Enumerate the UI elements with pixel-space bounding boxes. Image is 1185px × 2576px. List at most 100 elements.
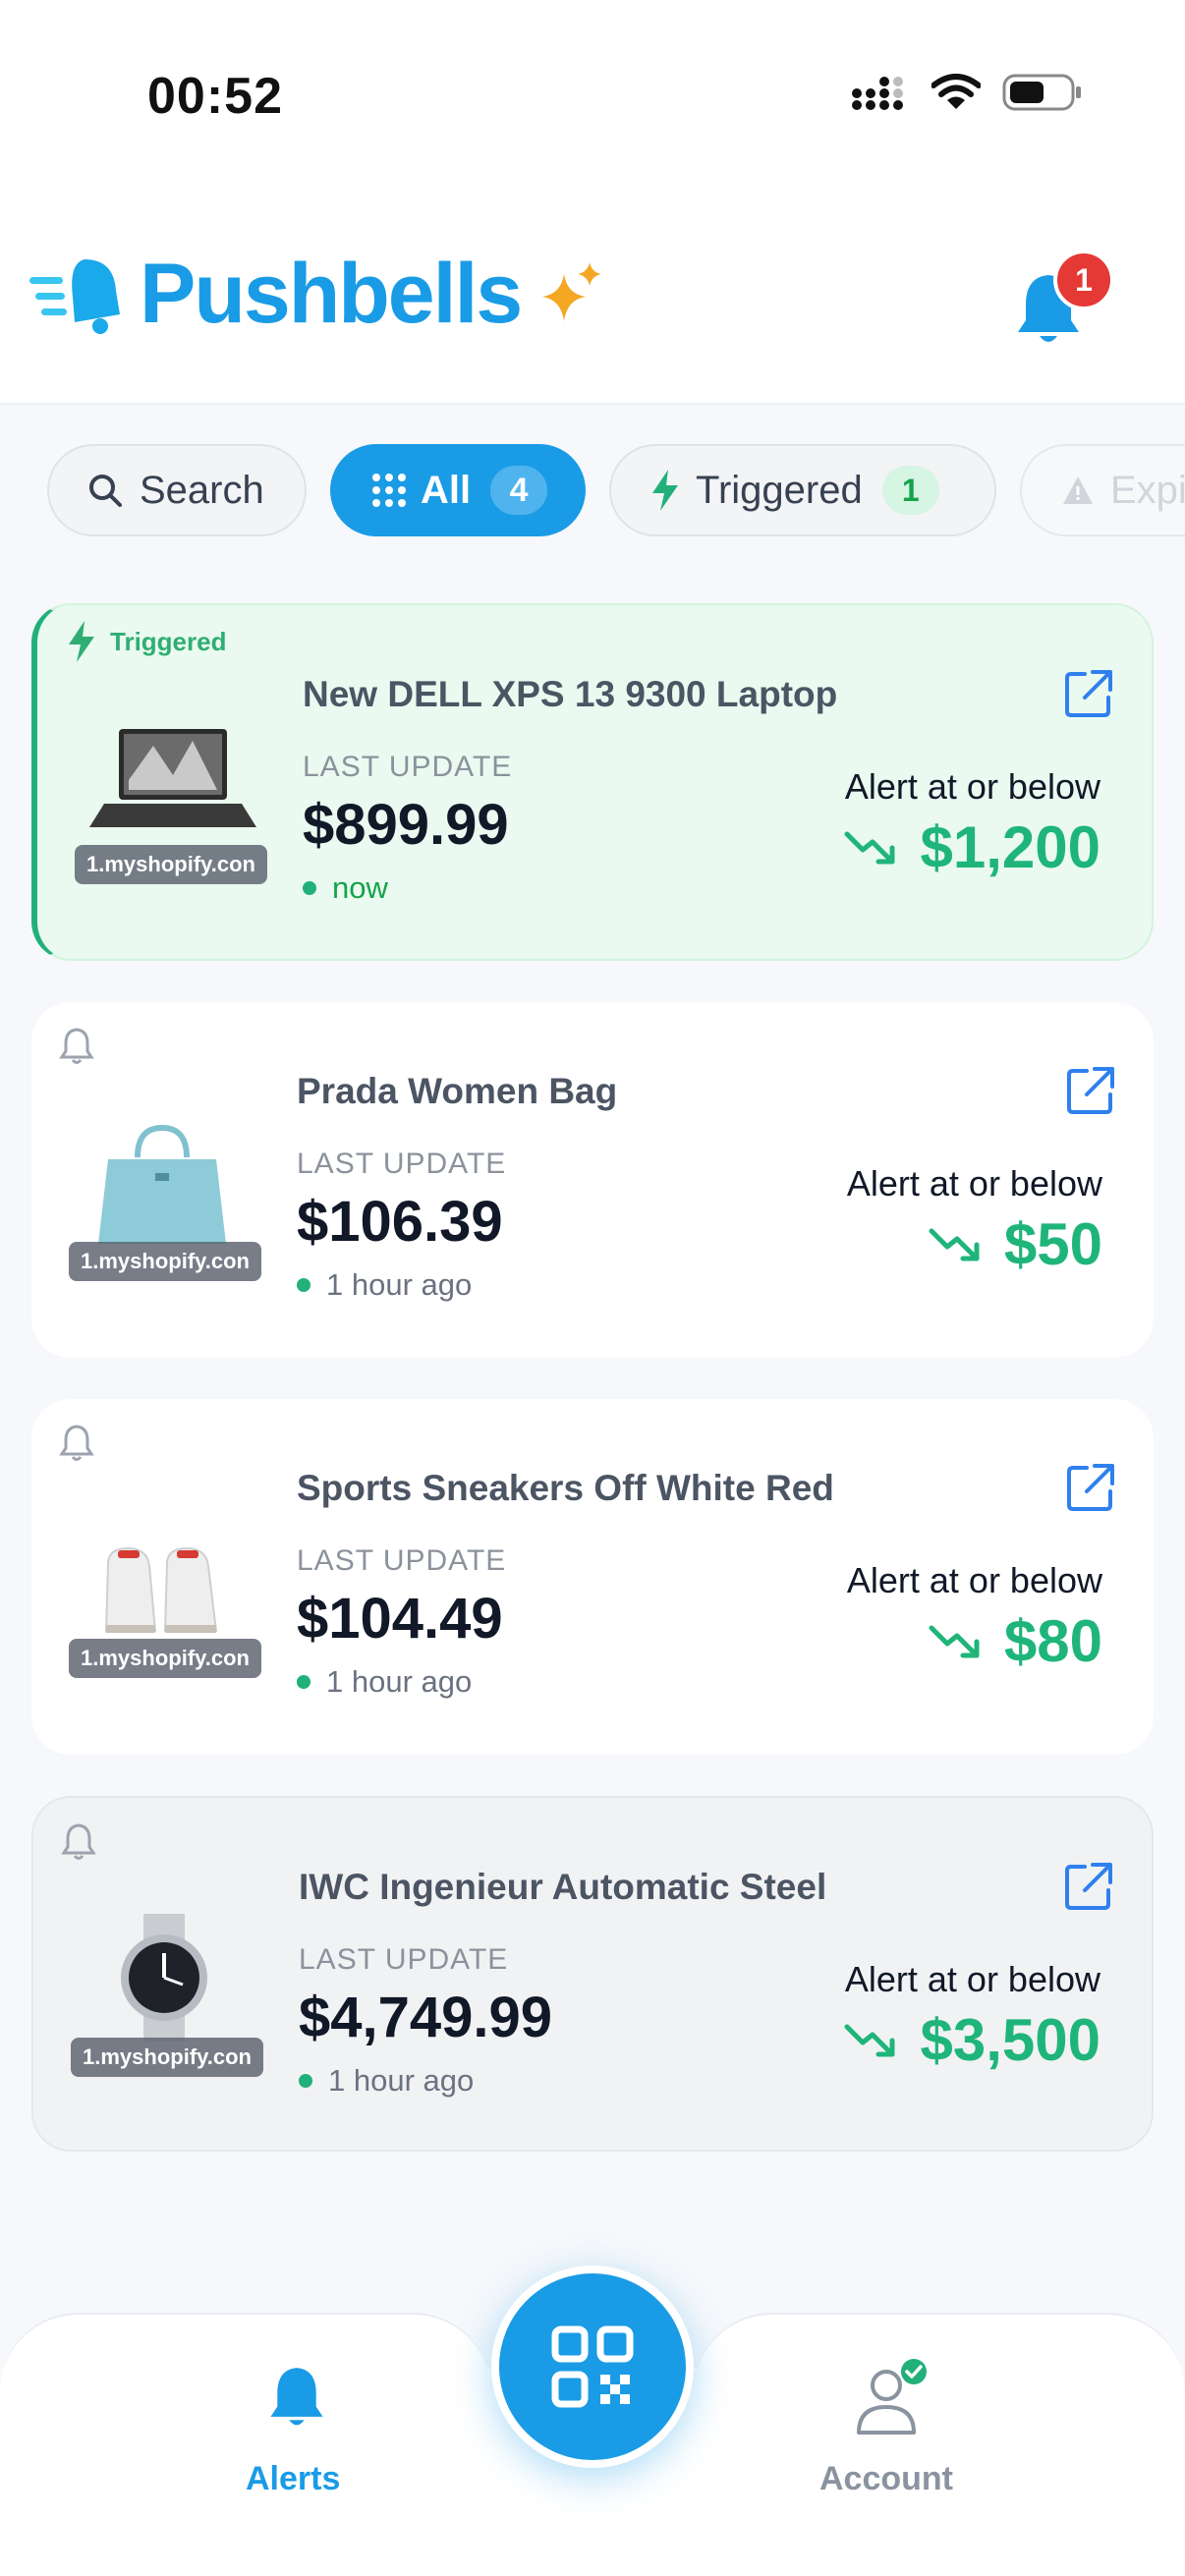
filter-all-count: 4 — [490, 466, 548, 515]
product-title: Sports Sneakers Off White Red — [297, 1468, 834, 1508]
trend-down-icon — [844, 2024, 895, 2056]
alert-condition-label: Alert at or below — [844, 766, 1100, 807]
wifi-icon — [931, 74, 981, 109]
last-update-label: LAST UPDATE — [297, 1148, 507, 1180]
status-dot — [303, 881, 316, 895]
filter-all-label: All — [421, 468, 472, 512]
update-time: now — [303, 870, 388, 906]
trend-down-icon — [929, 1625, 980, 1657]
alert-card[interactable]: 1.myshopify.con IWC Ingenieur Automatic … — [31, 1796, 1154, 2152]
app-header: Pushbells 1 — [0, 187, 1185, 405]
update-time-label: now — [332, 870, 388, 905]
trend-down-icon — [844, 831, 895, 864]
product-title: New DELL XPS 13 9300 Laptop — [303, 674, 838, 714]
product-image: 1.myshopify.con — [75, 721, 267, 888]
external-link-icon[interactable] — [1061, 1859, 1116, 1914]
search-icon — [89, 475, 122, 507]
logo-bell-icon — [29, 258, 120, 334]
status-bar: 00:52 — [0, 0, 1185, 187]
last-update-label: LAST UPDATE — [297, 1544, 507, 1577]
external-link-icon[interactable] — [1063, 1460, 1118, 1515]
filter-triggered-chip[interactable]: Triggered 1 — [609, 444, 996, 536]
bell-outline-icon — [59, 1425, 94, 1461]
update-time: 1 hour ago — [297, 1664, 472, 1700]
sparkle-icon — [542, 261, 602, 321]
trend-down-icon — [929, 1228, 980, 1260]
status-dot — [297, 1278, 310, 1292]
product-title: Prada Women Bag — [297, 1071, 618, 1111]
filter-expired-label: Expi — [1110, 468, 1185, 512]
nav-alerts-label: Alerts — [246, 2460, 341, 2497]
alert-threshold-value: $80 — [1003, 1608, 1102, 1674]
shop-label: 1.myshopify.con — [69, 1639, 261, 1678]
last-update-label: LAST UPDATE — [303, 751, 513, 783]
status-dot — [297, 1675, 310, 1689]
status-time: 00:52 — [147, 68, 283, 125]
alert-threshold: $3,500 — [843, 2006, 1100, 2074]
grid-icon — [372, 474, 406, 507]
bell-outline-icon — [61, 1823, 96, 1860]
notifications-button[interactable]: 1 — [1010, 250, 1114, 348]
warning-icon — [1063, 476, 1093, 504]
update-time: 1 hour ago — [297, 1267, 472, 1303]
filter-expired-chip[interactable]: Expi — [1020, 444, 1185, 536]
product-image: 1.myshopify.con — [71, 1914, 263, 2081]
watch-image — [121, 1914, 207, 2042]
bell-outline-icon — [59, 1028, 94, 1064]
alert-threshold: $80 — [928, 1607, 1102, 1675]
alert-threshold-value: $1,200 — [920, 814, 1100, 880]
laptop-image — [89, 729, 256, 827]
alert-card[interactable]: Triggered 1.myshopify.con New DELL XPS 1… — [31, 603, 1154, 961]
filter-triggered-count: 1 — [881, 466, 939, 515]
product-title: IWC Ingenieur Automatic Steel — [299, 1867, 827, 1907]
nav-account-label: Account — [819, 2460, 953, 2497]
signal-icon — [852, 77, 903, 110]
product-image: 1.myshopify.con — [69, 1515, 261, 1682]
alert-card[interactable]: 1.myshopify.con Prada Women Bag LAST UPD… — [31, 1002, 1154, 1358]
triggered-tag: Triggered — [67, 621, 226, 662]
scan-qr-button[interactable] — [491, 2266, 694, 2468]
nav-alerts-tab[interactable]: Alerts — [0, 2313, 491, 2576]
filter-triggered-label: Triggered — [696, 468, 863, 512]
account-icon — [857, 2359, 927, 2435]
bolt-icon — [69, 621, 94, 662]
alert-threshold: $1,200 — [843, 813, 1100, 881]
bell-icon — [270, 2368, 323, 2426]
triggered-tag-label: Triggered — [110, 626, 227, 656]
current-price: $4,749.99 — [299, 1986, 553, 2049]
update-time-label: 1 hour ago — [326, 1664, 473, 1699]
status-icons — [851, 73, 1083, 112]
status-dot — [299, 2074, 312, 2088]
external-link-icon[interactable] — [1061, 666, 1116, 721]
update-time: 1 hour ago — [299, 2063, 474, 2099]
alert-condition-label: Alert at or below — [846, 1163, 1102, 1204]
external-link-icon[interactable] — [1063, 1063, 1118, 1118]
shop-label: 1.myshopify.con — [69, 1242, 261, 1281]
alert-threshold-value: $3,500 — [920, 2007, 1100, 2073]
filter-all-chip[interactable]: All 4 — [330, 444, 586, 536]
alert-threshold: $50 — [928, 1210, 1102, 1278]
update-time-label: 1 hour ago — [326, 1267, 473, 1302]
search-chip[interactable]: Search — [47, 444, 307, 536]
current-price: $899.99 — [303, 793, 509, 857]
shop-label: 1.myshopify.con — [75, 845, 267, 884]
bag-image — [98, 1124, 226, 1244]
alert-card[interactable]: 1.myshopify.con Sports Sneakers Off Whit… — [31, 1399, 1154, 1755]
search-chip-label: Search — [140, 468, 264, 512]
notification-badge: 1 — [1053, 250, 1114, 310]
alert-condition-label: Alert at or below — [844, 1959, 1100, 1999]
shop-label: 1.myshopify.con — [71, 2038, 263, 2077]
nav-account-tab[interactable]: Account — [694, 2313, 1185, 2576]
last-update-label: LAST UPDATE — [299, 1943, 509, 1976]
filter-chips: Search All 4 Triggered 1 Expi — [0, 444, 1185, 538]
sneakers-image — [104, 1546, 218, 1633]
alert-condition-label: Alert at or below — [846, 1560, 1102, 1600]
product-image: 1.myshopify.con — [69, 1118, 261, 1285]
battery-icon — [1002, 74, 1081, 111]
current-price: $104.49 — [297, 1587, 503, 1651]
app-logo: Pushbells — [29, 246, 605, 343]
alert-threshold-value: $50 — [1003, 1211, 1102, 1277]
update-time-label: 1 hour ago — [328, 2063, 475, 2098]
bolt-icon — [652, 470, 678, 511]
current-price: $106.39 — [297, 1190, 503, 1254]
